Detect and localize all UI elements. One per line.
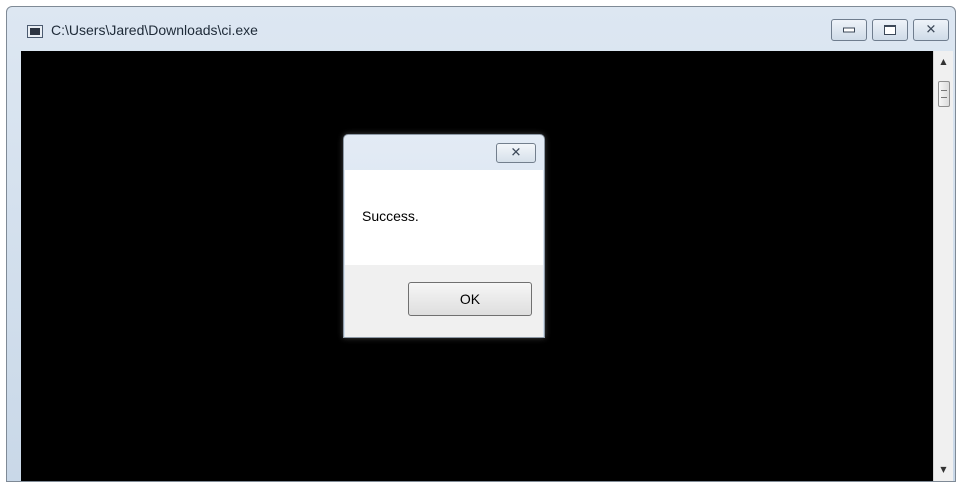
title-bar[interactable]: C:\Users\Jared\Downloads\ci.exe ✕: [7, 7, 955, 49]
close-button[interactable]: ✕: [913, 19, 949, 41]
dialog-footer: OK: [345, 265, 543, 337]
caption-buttons: ✕: [831, 19, 949, 41]
minimize-button[interactable]: [831, 19, 867, 41]
window-title: C:\Users\Jared\Downloads\ci.exe: [51, 22, 258, 38]
scrollbar-thumb[interactable]: [938, 81, 950, 107]
close-icon: ✕: [925, 22, 937, 38]
dialog-body: Success.: [345, 170, 543, 265]
scroll-down-arrow-icon[interactable]: ▼: [934, 461, 953, 479]
scroll-up-arrow-icon[interactable]: ▲: [934, 53, 953, 71]
vertical-scrollbar[interactable]: ▲ ▼: [933, 51, 953, 481]
dialog-close-button[interactable]: ✕: [496, 143, 536, 163]
message-box-dialog: ✕ Success. OK: [343, 134, 545, 338]
maximize-icon: [884, 25, 896, 35]
maximize-button[interactable]: [872, 19, 908, 41]
console-window-icon[interactable]: [27, 25, 43, 38]
dialog-message: Success.: [362, 208, 419, 224]
close-icon: ✕: [510, 145, 522, 161]
ok-button[interactable]: OK: [408, 282, 532, 316]
minimize-icon: [843, 27, 855, 33]
